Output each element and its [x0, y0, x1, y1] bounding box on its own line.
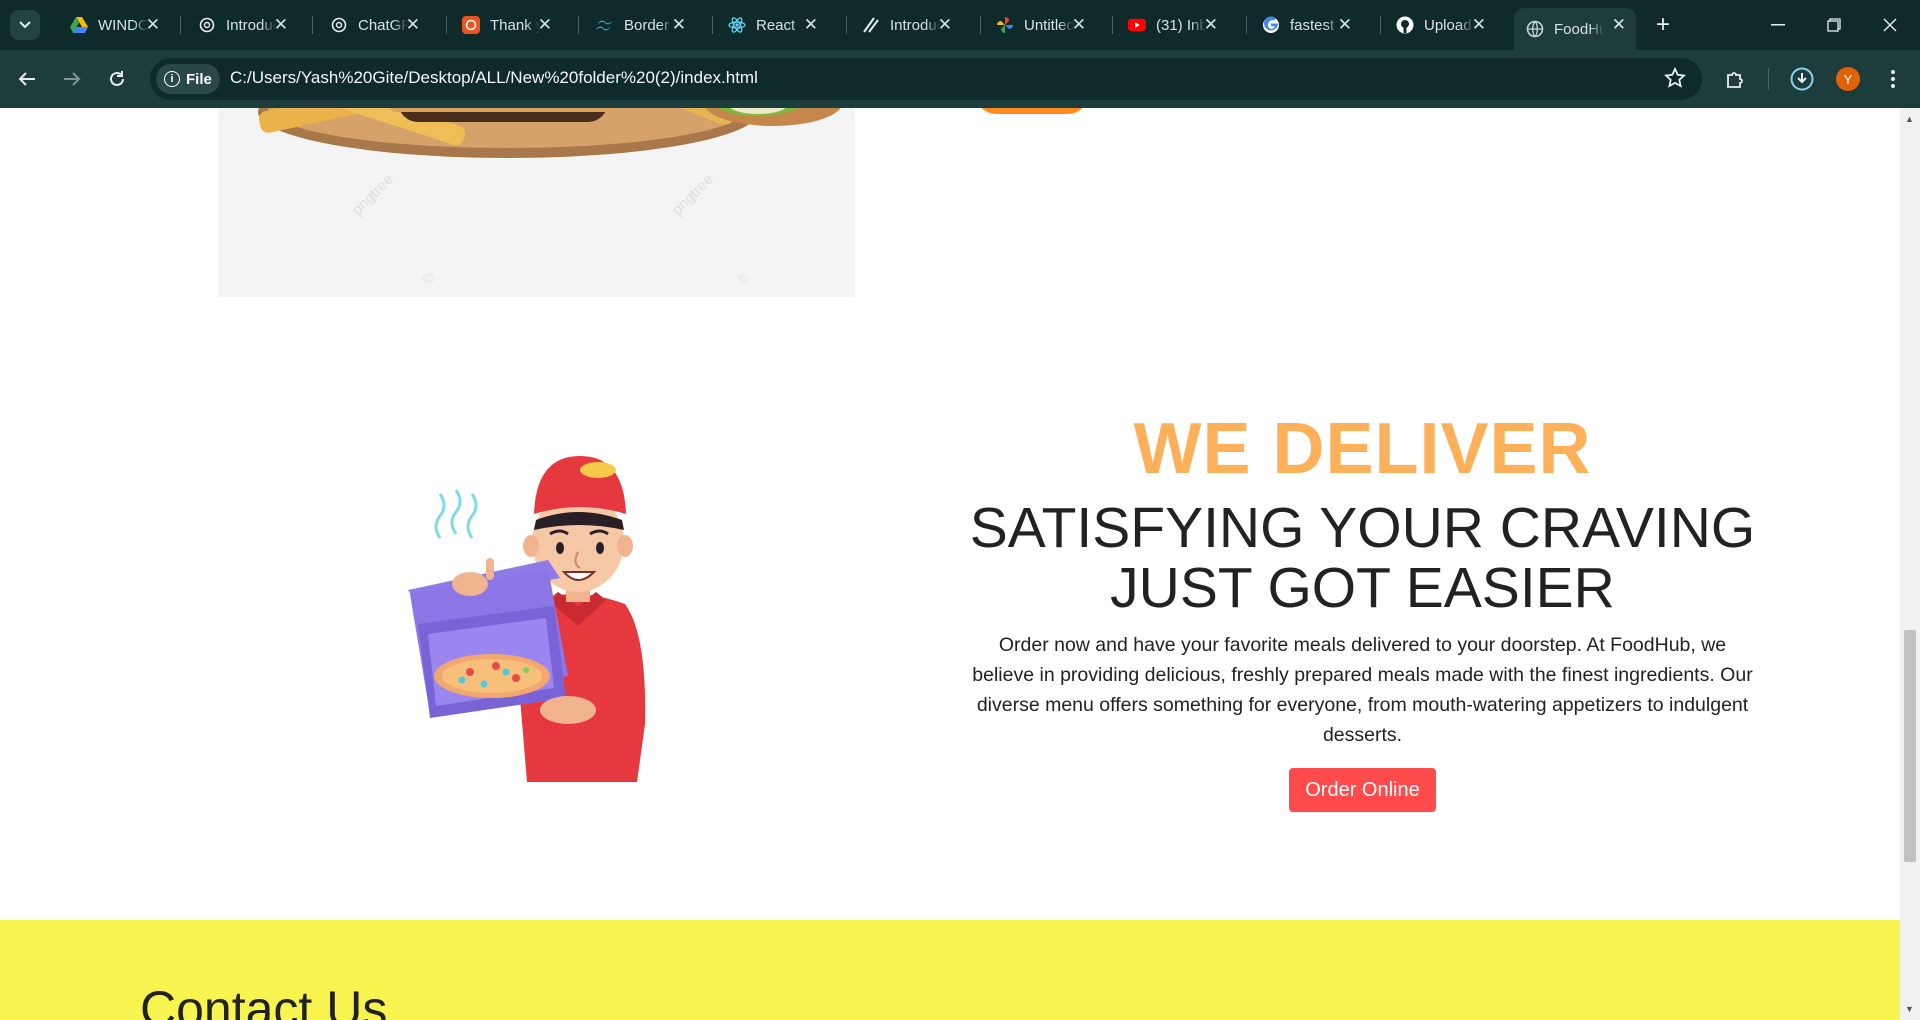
page-scrollbar[interactable]: ▲ ▼	[1900, 108, 1920, 1020]
puzzle-icon	[1727, 72, 1743, 88]
tailwind-icon	[596, 16, 614, 34]
close-icon[interactable]: ✕	[1072, 16, 1086, 34]
react-icon	[728, 16, 746, 34]
tab-title: (31) Inbox	[1156, 16, 1206, 34]
profile-avatar[interactable]: Y	[1836, 67, 1860, 91]
close-icon[interactable]: ✕	[804, 16, 818, 34]
close-icon	[1883, 18, 1897, 32]
burger-image: pngtree pngtree © ©	[218, 108, 855, 297]
deliver-description: Order now and have your favorite meals d…	[972, 634, 1753, 746]
openai-icon	[198, 16, 216, 34]
contact-heading: Contact Us	[140, 981, 388, 1020]
tab-chatgpt[interactable]: ChatGPT ✕	[318, 8, 430, 42]
tab-strip: WINDOWS ✕ Introduction ✕ ChatGPT ✕ Thank…	[0, 0, 1920, 50]
deliver-kicker: WE DELIVER	[1133, 409, 1592, 489]
download-icon	[1790, 67, 1814, 91]
close-icon[interactable]: ✕	[146, 16, 160, 34]
youtube-icon	[1128, 16, 1146, 34]
scroll-up-arrow-icon[interactable]: ▲	[1905, 114, 1915, 124]
tab-title: Introduction	[226, 16, 276, 34]
tab-search-button[interactable]	[10, 10, 40, 40]
tab-title: Border	[624, 16, 670, 34]
tab-title: ChatGPT	[358, 16, 408, 34]
close-icon[interactable]: ✕	[938, 16, 952, 34]
globe-icon	[1526, 20, 1544, 38]
slash-icon	[862, 16, 880, 34]
plus-icon: +	[1655, 11, 1670, 38]
address-bar[interactable]: i File C:/Users/Yash%20Gite/Desktop/ALL/…	[150, 58, 1702, 100]
tab-windows[interactable]: WINDOWS ✕	[58, 8, 170, 42]
tab-title: Untitled	[1024, 16, 1074, 34]
svg-text:©: ©	[423, 270, 434, 286]
tab-introduction-2[interactable]: Introduction ✕	[850, 8, 962, 42]
tab-title: WINDOWS	[98, 16, 148, 34]
tab-upload[interactable]: Upload ✕	[1384, 8, 1496, 42]
close-icon[interactable]: ✕	[406, 16, 420, 34]
burger-fries-illustration: pngtree pngtree © ©	[218, 108, 855, 297]
new-tab-button[interactable]: +	[1648, 10, 1678, 40]
downloads-button[interactable]	[1785, 62, 1819, 96]
tab-inbox[interactable]: (31) Inbox ✕	[1116, 8, 1228, 42]
arrow-left-icon	[18, 72, 35, 86]
openai-icon	[330, 16, 348, 34]
restore-icon	[1827, 18, 1841, 32]
chevron-down-icon	[19, 21, 31, 29]
tab-title: FoodHub	[1554, 20, 1604, 38]
scroll-down-arrow-icon[interactable]: ▼	[1905, 1004, 1915, 1014]
contact-section: Contact Us	[0, 920, 1900, 1020]
tab-title: React	[756, 16, 796, 34]
tab-title: fastest	[1290, 16, 1335, 34]
forward-button[interactable]	[55, 62, 89, 96]
delivery-person-illustration	[400, 434, 680, 789]
page-viewport: pngtree pngtree © © WE DELIVER SATISFYIN…	[0, 108, 1900, 1020]
tab-fastest[interactable]: fastest ✕	[1250, 8, 1362, 42]
bookmark-star-icon[interactable]	[1663, 66, 1687, 94]
close-icon[interactable]: ✕	[672, 16, 686, 34]
site-info-chip[interactable]: i File	[156, 64, 220, 94]
menu-button[interactable]	[1876, 62, 1910, 96]
google-icon	[1262, 16, 1280, 34]
tab-thank-you[interactable]: Thank you ✕	[450, 8, 562, 42]
close-icon[interactable]: ✕	[1338, 16, 1352, 34]
close-window-button[interactable]	[1862, 0, 1918, 50]
deliver-headline: SATISFYING YOUR CRAVING JUST GOT EASIER	[960, 498, 1765, 618]
tab-introduction[interactable]: Introduction ✕	[186, 8, 298, 42]
headline-line-1: SATISFYING YOUR CRAVING	[969, 496, 1756, 560]
svg-text:©: ©	[738, 270, 749, 286]
reload-button[interactable]	[100, 62, 134, 96]
restore-button[interactable]	[1806, 0, 1862, 50]
info-icon: i	[164, 71, 180, 87]
tab-react[interactable]: React ✕	[716, 8, 828, 42]
extensions-button[interactable]	[1718, 62, 1752, 96]
google-photos-icon	[996, 16, 1014, 34]
close-icon[interactable]: ✕	[1472, 16, 1486, 34]
order-button-partial[interactable]	[976, 108, 1088, 114]
tab-title: Thank you	[490, 16, 540, 34]
close-icon[interactable]: ✕	[538, 16, 552, 34]
tab-foodhub[interactable]: FoodHub ✕	[1514, 8, 1636, 50]
close-icon[interactable]: ✕	[274, 16, 288, 34]
back-button[interactable]	[10, 62, 44, 96]
close-icon[interactable]: ✕	[1204, 16, 1218, 34]
close-icon[interactable]: ✕	[1612, 16, 1626, 34]
tab-title: Upload	[1424, 16, 1472, 34]
browser-toolbar: i File C:/Users/Yash%20Gite/Desktop/ALL/…	[0, 50, 1920, 108]
order-online-button[interactable]: Order Online	[1289, 768, 1436, 812]
tab-untitled[interactable]: Untitled ✕	[984, 8, 1096, 42]
deliver-section: WE DELIVER SATISFYING YOUR CRAVING JUST …	[960, 408, 1765, 812]
tab-border[interactable]: Border ✕	[584, 8, 696, 42]
tab-title: Introduction	[890, 16, 940, 34]
chip-label: File	[186, 70, 212, 88]
github-icon	[1396, 16, 1414, 34]
scrollbar-thumb[interactable]	[1904, 630, 1916, 862]
headline-line-2: JUST GOT EASIER	[1110, 556, 1615, 620]
google-drive-icon	[70, 16, 88, 34]
minimize-icon	[1771, 24, 1785, 26]
minimize-button[interactable]	[1750, 0, 1806, 50]
arrow-right-icon	[64, 72, 81, 86]
more-vertical-icon	[1891, 70, 1895, 88]
reload-icon	[110, 71, 124, 86]
ubuntu-icon	[462, 16, 480, 34]
url-text[interactable]: C:/Users/Yash%20Gite/Desktop/ALL/New%20f…	[230, 68, 758, 88]
